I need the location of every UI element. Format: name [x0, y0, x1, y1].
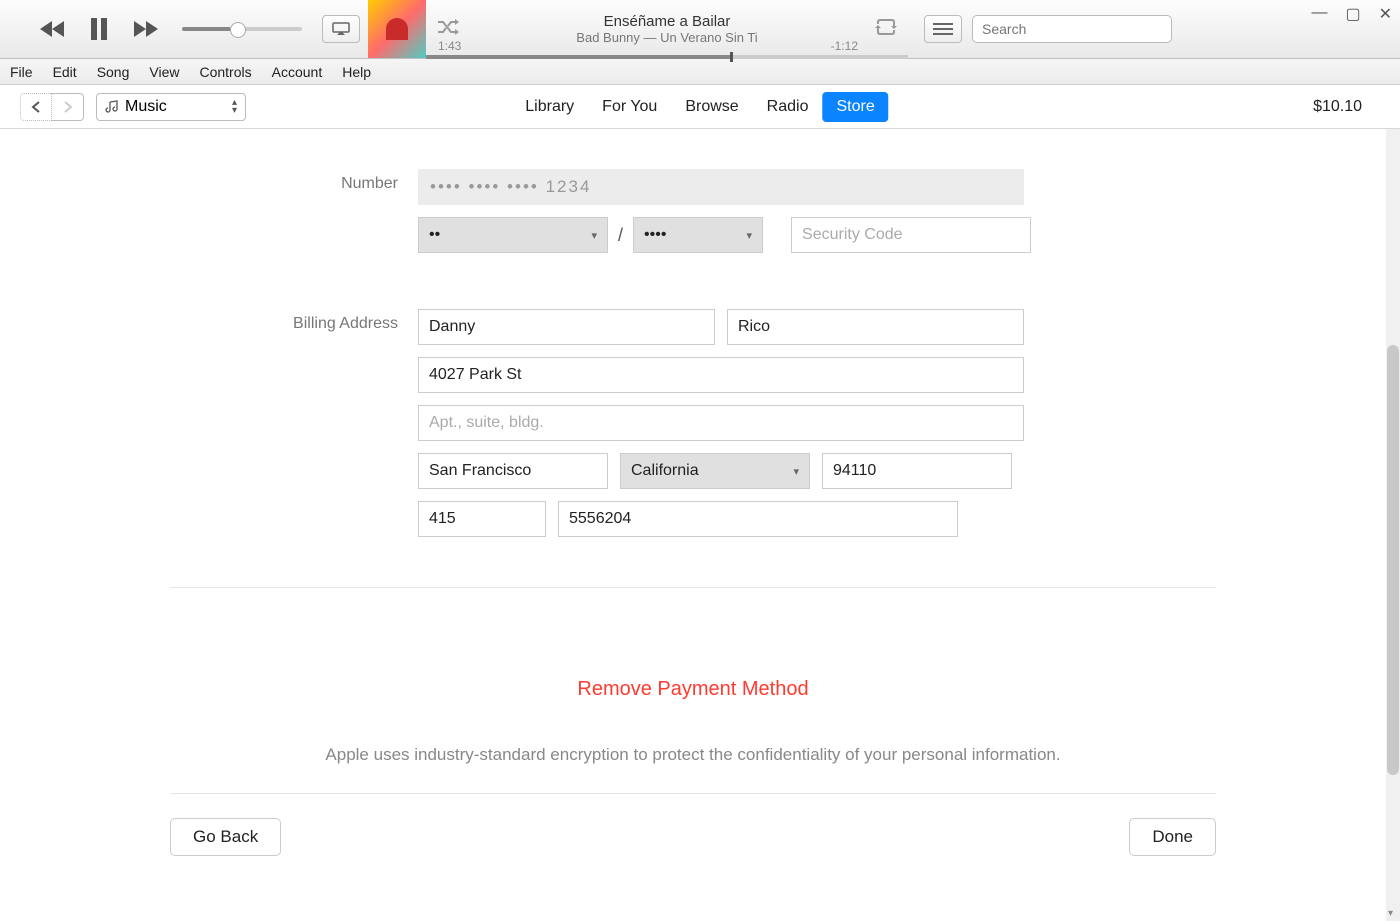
chevron-down-icon: ▾: [746, 229, 752, 242]
tab-for-you[interactable]: For You: [588, 92, 671, 122]
window-minimize[interactable]: —: [1311, 4, 1327, 24]
menu-file[interactable]: File: [10, 64, 33, 80]
remaining-time: -1:12: [831, 39, 858, 53]
elapsed-time: 1:43: [438, 39, 461, 53]
menu-edit[interactable]: Edit: [53, 64, 77, 80]
search-input[interactable]: [982, 21, 1163, 37]
exp-separator: /: [618, 225, 623, 246]
previous-track-button[interactable]: [40, 20, 66, 38]
tab-store[interactable]: Store: [822, 92, 888, 122]
done-button[interactable]: Done: [1129, 818, 1216, 856]
number-label: Number: [0, 169, 418, 193]
menu-help[interactable]: Help: [342, 64, 371, 80]
nav-bar: Music ▴▾ Library For You Browse Radio St…: [0, 85, 1400, 129]
encryption-note: Apple uses industry-standard encryption …: [0, 745, 1386, 765]
billing-address-label: Billing Address: [0, 309, 418, 333]
menu-song[interactable]: Song: [97, 64, 130, 80]
remove-payment-link[interactable]: Remove Payment Method: [0, 678, 1386, 701]
next-track-button[interactable]: [132, 20, 158, 38]
now-playing-lcd: Enséñame a Bailar Bad Bunny — Un Verano …: [368, 0, 908, 59]
window-close[interactable]: ✕: [1379, 4, 1392, 24]
street-input[interactable]: [418, 357, 1024, 393]
menu-view[interactable]: View: [149, 64, 179, 80]
tab-browse[interactable]: Browse: [671, 92, 752, 122]
tab-library[interactable]: Library: [511, 92, 588, 122]
track-title: Enséñame a Bailar: [460, 13, 874, 30]
apt-input[interactable]: [418, 405, 1024, 441]
zip-input[interactable]: [822, 453, 1012, 489]
nav-tabs: Library For You Browse Radio Store: [511, 92, 888, 122]
exp-year-select[interactable]: •••• ▾: [633, 217, 763, 253]
chevron-down-icon: ▾: [591, 229, 597, 242]
media-kind-label: Music: [125, 98, 167, 116]
airplay-button[interactable]: [322, 15, 360, 43]
card-number-field[interactable]: •••• •••• •••• 1234: [418, 169, 1024, 205]
vertical-scrollbar[interactable]: ▾: [1386, 129, 1400, 921]
store-content: Number •••• •••• •••• 1234 •• ▾ / •••• ▾: [0, 129, 1386, 921]
chevron-updown-icon: ▴▾: [232, 99, 237, 115]
last-name-input[interactable]: [727, 309, 1024, 345]
volume-slider[interactable]: [182, 27, 302, 31]
tab-radio[interactable]: Radio: [753, 92, 823, 122]
up-next-button[interactable]: [924, 15, 962, 43]
divider: [170, 587, 1216, 588]
nav-back-button[interactable]: [20, 93, 52, 121]
progress-bar[interactable]: [426, 55, 908, 59]
divider: [170, 793, 1216, 794]
phone-area-input[interactable]: [418, 501, 546, 537]
city-input[interactable]: [418, 453, 608, 489]
shuffle-icon[interactable]: [436, 18, 460, 41]
security-code-input[interactable]: [791, 217, 1031, 253]
scrollbar-thumb[interactable]: [1387, 345, 1399, 775]
exp-year-value: ••••: [644, 226, 666, 244]
exp-month-select[interactable]: •• ▾: [418, 217, 608, 253]
player-titlebar: — ▢ ✕ Enséñame a Bailar Bad Bunny — Un V…: [0, 0, 1400, 59]
menu-bar: File Edit Song View Controls Account Hel…: [0, 59, 1400, 85]
menu-controls[interactable]: Controls: [199, 64, 251, 80]
window-maximize[interactable]: ▢: [1345, 4, 1360, 24]
first-name-input[interactable]: [418, 309, 715, 345]
state-select[interactable]: California ▾: [620, 453, 810, 489]
menu-account[interactable]: Account: [272, 64, 323, 80]
go-back-button[interactable]: Go Back: [170, 818, 281, 856]
nav-forward-button[interactable]: [52, 93, 84, 121]
exp-month-value: ••: [429, 226, 440, 244]
search-box[interactable]: [972, 15, 1172, 43]
play-pause-button[interactable]: [90, 18, 108, 40]
repeat-icon[interactable]: [874, 18, 898, 41]
phone-number-input[interactable]: [558, 501, 958, 537]
chevron-down-icon: ▾: [793, 465, 799, 478]
album-art[interactable]: [368, 0, 426, 58]
scroll-down-arrow[interactable]: ▾: [1388, 908, 1393, 919]
state-value: California: [631, 462, 699, 480]
media-kind-select[interactable]: Music ▴▾: [96, 93, 246, 121]
music-icon: [105, 100, 119, 114]
account-balance[interactable]: $10.10: [1313, 98, 1362, 116]
